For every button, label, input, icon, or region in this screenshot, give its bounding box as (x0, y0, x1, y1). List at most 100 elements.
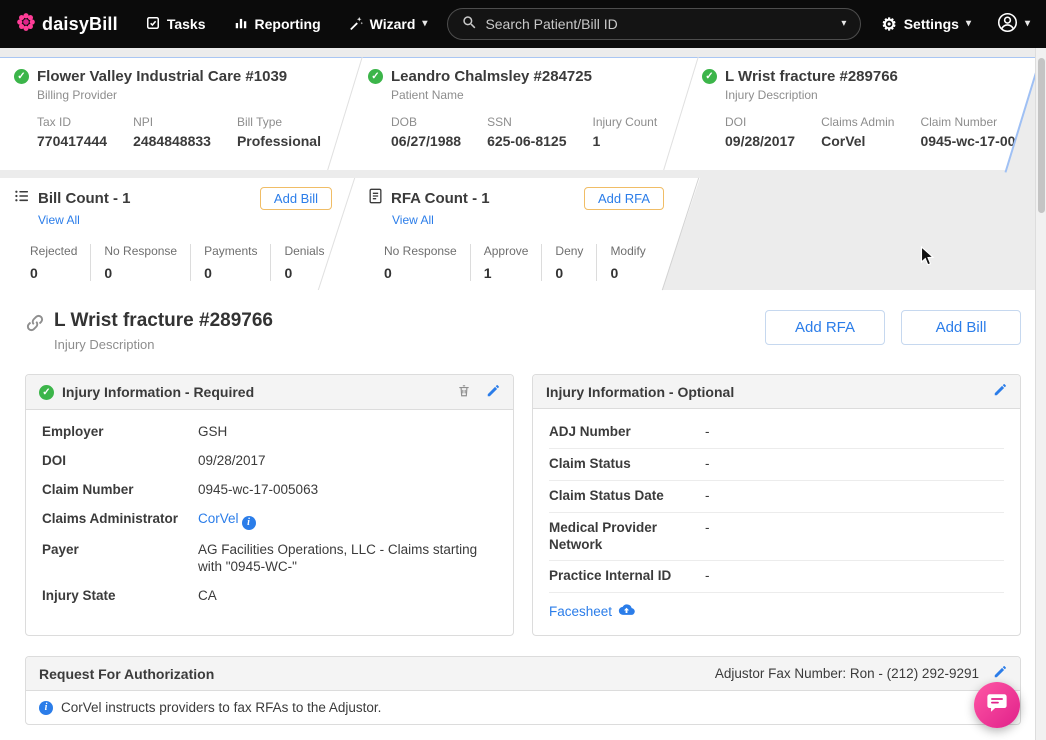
brand-logo[interactable]: daisyBill (16, 12, 118, 37)
bar-chart-icon (234, 16, 248, 33)
stat-value: 0 (104, 265, 177, 281)
stat-label: Modify (610, 244, 645, 258)
injury-info-required-card: ✓ Injury Information - Required Employer… (25, 374, 514, 636)
row-label: Payer (42, 542, 198, 576)
claim-header-strip: ✓ Flower Valley Industrial Care #1039 Bi… (0, 57, 1046, 170)
page-subtitle: Injury Description (54, 337, 273, 352)
search-bar[interactable]: ▾ (447, 8, 861, 40)
field-value: 625-06-8125 (487, 133, 566, 149)
messenger-icon (986, 692, 1008, 719)
stat-value: 0 (30, 265, 77, 281)
stat-value: 0 (204, 265, 257, 281)
gear-icon: ⚙ (881, 16, 896, 33)
cloud-upload-icon (618, 603, 635, 619)
fax-value: Ron - (212) 292-9291 (850, 666, 979, 681)
injury-subtitle: Injury Description (725, 88, 1032, 102)
field-label: Claim Number (920, 115, 1046, 129)
row-label: Claim Status (549, 456, 705, 473)
nav-settings[interactable]: ⚙ Settings ▾ (881, 16, 971, 33)
top-navbar: daisyBill Tasks Reporting Wizard ▾ ▾ ⚙ S… (0, 0, 1046, 48)
bill-view-all-link[interactable]: View All (38, 213, 80, 227)
field-value: Professional (237, 133, 321, 149)
row-value: AG Facilities Operations, LLC - Claims s… (198, 542, 497, 576)
row-label: Claim Status Date (549, 488, 705, 505)
nav-tasks[interactable]: Tasks (146, 16, 206, 33)
row-value: 0945-wc-17-005063 (198, 482, 318, 499)
chat-launcher-button[interactable] (974, 682, 1020, 728)
add-bill-button-large[interactable]: Add Bill (901, 310, 1021, 345)
row-label: Medical Provider Network (549, 520, 705, 554)
patient-subtitle: Patient Name (391, 88, 680, 102)
stat-label: Rejected (30, 244, 77, 258)
row-value: 09/28/2017 (198, 453, 266, 470)
field-value: 06/27/1988 (391, 133, 461, 149)
row-value: - (705, 520, 710, 554)
patient-title: Leandro Chalmsley #284725 (391, 68, 592, 85)
stat-label: No Response (384, 244, 457, 258)
check-circle-icon: ✓ (39, 385, 54, 400)
pencil-icon[interactable] (993, 383, 1007, 400)
bill-count-title: Bill Count - 1 (38, 190, 131, 207)
field-value: 2484848833 (133, 133, 211, 149)
info-icon[interactable]: i (242, 516, 256, 530)
stat-value: 1 (484, 265, 529, 281)
search-icon (462, 15, 476, 34)
row-label: ADJ Number (549, 424, 705, 441)
row-label: DOI (42, 453, 198, 470)
claim-card-patient[interactable]: ✓ Leandro Chalmsley #284725 Patient Name… (368, 68, 680, 149)
nav-account[interactable]: ▾ (997, 12, 1030, 36)
check-circle-icon: ✓ (14, 69, 29, 84)
field-label: Injury Count (592, 115, 657, 129)
trash-icon[interactable] (457, 383, 471, 401)
row-label: Practice Internal ID (549, 568, 705, 585)
field-label: DOI (725, 115, 795, 129)
add-rfa-button[interactable]: Add RFA (584, 187, 664, 210)
rfa-view-all-link[interactable]: View All (392, 213, 434, 227)
check-circle-icon: ✓ (368, 69, 383, 84)
scrollbar-thumb[interactable] (1038, 58, 1045, 213)
claim-card-billing-provider[interactable]: ✓ Flower Valley Industrial Care #1039 Bi… (14, 68, 344, 149)
row-value: - (705, 568, 710, 585)
nav-tasks-label: Tasks (167, 16, 206, 32)
bill-list-icon (14, 188, 30, 209)
claim-card-injury[interactable]: ✓ L Wrist fracture #289766 Injury Descri… (702, 68, 1032, 149)
nav-reporting[interactable]: Reporting (234, 16, 321, 33)
row-value: - (705, 488, 710, 505)
link-chain-icon (25, 313, 45, 338)
stat-value: 0 (384, 265, 457, 281)
rfa-instruction-note: CorVel instructs providers to fax RFAs t… (61, 700, 381, 715)
claims-administrator-link[interactable]: CorVel (198, 511, 239, 526)
nav-wizard[interactable]: Wizard ▾ (349, 16, 428, 33)
stat-value: 0 (555, 265, 583, 281)
field-value: 0945-wc-17-005063 (920, 133, 1046, 149)
search-input[interactable] (485, 16, 832, 32)
request-for-authorization-section: Request For Authorization Adjustor Fax N… (25, 656, 1021, 725)
required-card-title: Injury Information - Required (62, 384, 254, 400)
page-title: L Wrist fracture #289766 (54, 310, 273, 332)
tasks-icon (146, 16, 160, 33)
row-label: Employer (42, 424, 198, 441)
row-label: Claims Administrator (42, 511, 198, 530)
daisy-flower-icon (16, 12, 36, 37)
stat-label: Denials (284, 244, 324, 258)
chevron-down-icon: ▾ (422, 19, 427, 29)
magic-wand-icon (349, 16, 363, 33)
add-rfa-button-large[interactable]: Add RFA (765, 310, 885, 345)
field-value: 09/28/2017 (725, 133, 795, 149)
optional-card-title: Injury Information - Optional (546, 384, 734, 400)
nav-settings-label: Settings (904, 16, 959, 32)
row-value: - (705, 424, 710, 441)
facesheet-link[interactable]: Facesheet (549, 604, 612, 619)
pencil-icon[interactable] (993, 665, 1007, 682)
field-value: CorVel (821, 133, 894, 149)
field-label: Tax ID (37, 115, 107, 129)
row-value: GSH (198, 424, 227, 441)
chevron-down-icon: ▾ (841, 19, 846, 29)
user-icon (997, 12, 1018, 36)
field-label: NPI (133, 115, 211, 129)
field-label: SSN (487, 115, 566, 129)
pencil-icon[interactable] (486, 384, 500, 401)
add-bill-button[interactable]: Add Bill (260, 187, 332, 210)
chevron-down-icon: ▾ (1025, 19, 1030, 29)
page-scrollbar[interactable] (1035, 48, 1046, 740)
